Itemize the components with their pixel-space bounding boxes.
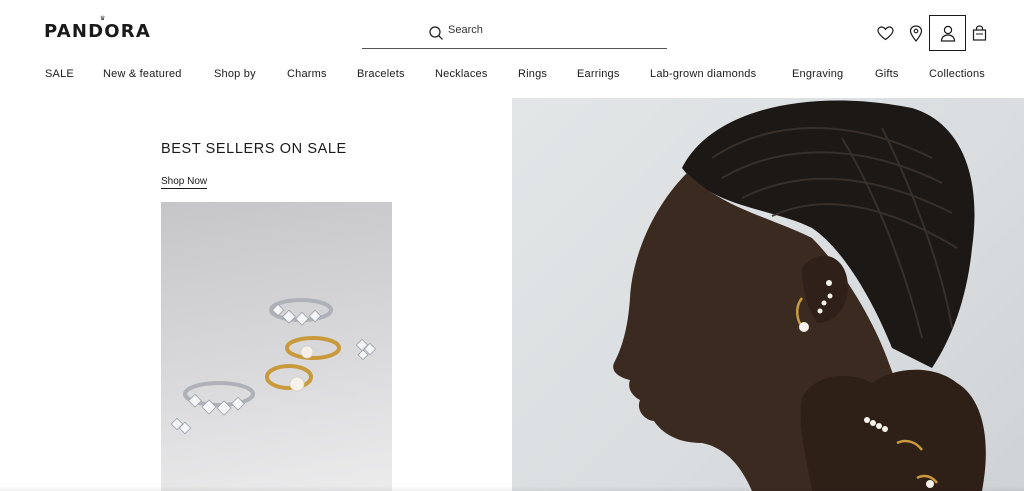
hero-title: BEST SELLERS ON SALE — [161, 141, 347, 157]
nav-item-necklaces[interactable]: Necklaces — [435, 68, 488, 80]
nav-item-new-featured[interactable]: New & featured — [103, 68, 182, 80]
heart-icon — [876, 25, 894, 40]
search-bar[interactable] — [362, 18, 667, 49]
hero-model-image[interactable] — [512, 98, 1024, 491]
nav-item-rings[interactable]: Rings — [518, 68, 547, 80]
product-image-rings[interactable] — [161, 202, 392, 491]
crown-icon: ♛ — [100, 15, 106, 22]
account-icon — [940, 25, 955, 42]
nav-item-lab-grown-diamonds[interactable]: Lab-grown diamonds — [650, 68, 756, 80]
nav-item-earrings[interactable]: Earrings — [577, 68, 620, 80]
nav-item-charms[interactable]: Charms — [287, 68, 327, 80]
page-fold-shadow — [0, 486, 1024, 491]
logo-text: PANDORA — [44, 21, 151, 42]
shop-now-link[interactable]: Shop Now — [161, 176, 208, 189]
rings-illustration — [170, 298, 377, 435]
nav-item-sale[interactable]: SALE — [45, 68, 74, 80]
main-navigation: SALE New & featured Shop by Charms Brace… — [0, 68, 1024, 82]
search-input[interactable] — [448, 24, 648, 36]
nav-item-shop-by[interactable]: Shop by — [214, 68, 256, 80]
wishlist-button[interactable] — [876, 24, 894, 42]
cart-button[interactable] — [970, 24, 988, 42]
search-icon[interactable] — [428, 25, 444, 41]
store-locator-button[interactable] — [907, 24, 925, 42]
location-pin-icon — [909, 24, 923, 42]
hero-promo-panel: BEST SELLERS ON SALE Shop Now — [0, 98, 512, 491]
shopping-bag-icon — [972, 25, 986, 41]
pandora-logo[interactable]: PANDORA ♛ — [44, 15, 151, 42]
nav-item-bracelets[interactable]: Bracelets — [357, 68, 405, 80]
site-header: PANDORA ♛ SALE New & — [0, 0, 1024, 98]
nav-item-collections[interactable]: Collections — [929, 68, 985, 80]
model-portrait-illustration — [613, 100, 986, 491]
nav-item-gifts[interactable]: Gifts — [875, 68, 899, 80]
account-button[interactable] — [929, 15, 966, 51]
nav-item-engraving[interactable]: Engraving — [792, 68, 843, 80]
